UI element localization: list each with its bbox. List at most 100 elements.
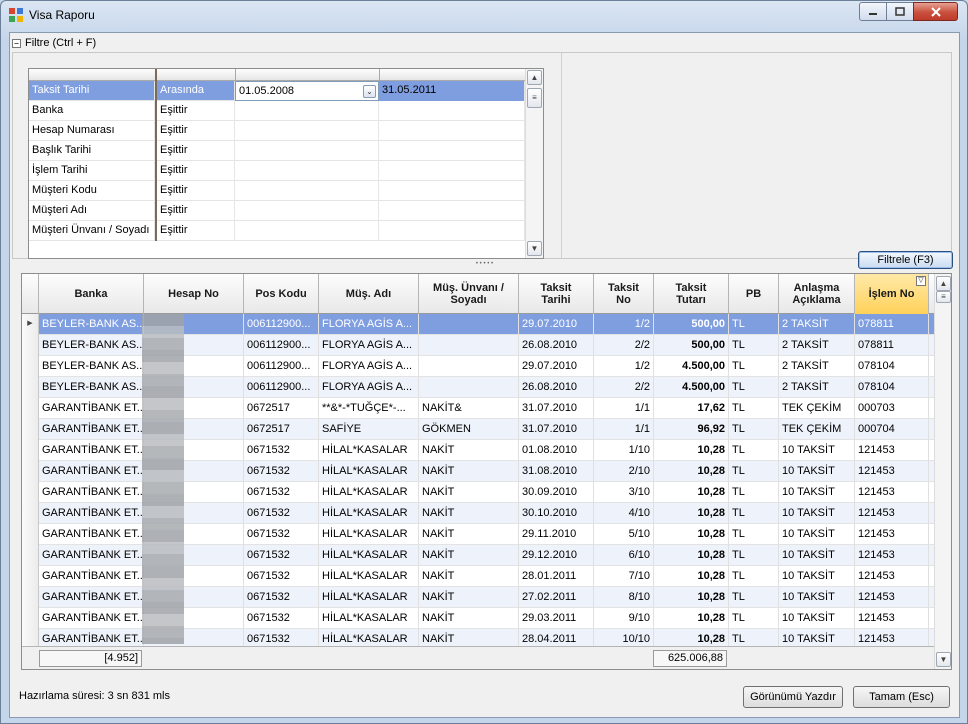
filter-value-from[interactable] <box>235 101 379 121</box>
cell-taksit-no[interactable]: 5/10 <box>594 524 654 545</box>
cell-musteri-unvani[interactable]: NAKİT <box>419 587 519 608</box>
title-bar[interactable]: Visa Raporu <box>1 1 967 29</box>
cell-musteri-adi[interactable]: FLORYA AGİS A... <box>319 335 419 356</box>
cell-taksit-tutari[interactable]: 10,28 <box>654 566 729 587</box>
row-indicator[interactable] <box>22 419 39 440</box>
cell-taksit-tutari[interactable]: 10,28 <box>654 440 729 461</box>
filter-value-to[interactable] <box>379 101 525 121</box>
filter-operator[interactable]: Eşittir <box>155 161 235 181</box>
cell-banka[interactable]: GARANTİBANK ET... <box>39 545 144 566</box>
cell-musteri-adi[interactable]: HİLAL*KASALAR <box>319 524 419 545</box>
filter-row[interactable]: Başlık Tarihi Eşittir <box>29 141 525 161</box>
cell-banka[interactable]: BEYLER-BANK AS... <box>39 314 144 335</box>
cell-anlasma-aciklama[interactable]: 2 TAKSİT <box>779 377 855 398</box>
cell-taksit-tutari[interactable]: 10,28 <box>654 608 729 629</box>
filter-operator[interactable]: Eşittir <box>155 221 235 241</box>
filter-value-from[interactable]: 01.05.2008 ⌄ <box>235 81 379 101</box>
cell-taksit-no[interactable]: 1/2 <box>594 356 654 377</box>
scroll-down-icon[interactable]: ▼ <box>527 241 542 256</box>
cell-anlasma-aciklama[interactable]: 10 TAKSİT <box>779 608 855 629</box>
column-header-taksit-tarihi[interactable]: Taksit Tarihi <box>519 274 594 314</box>
cell-pos-kodu[interactable]: 0671532 <box>244 566 319 587</box>
scroll-thumb[interactable]: ≡ <box>527 88 542 108</box>
filter-value-to[interactable] <box>379 201 525 221</box>
cell-musteri-adi[interactable]: SAFİYE <box>319 419 419 440</box>
cell-taksit-no[interactable]: 6/10 <box>594 545 654 566</box>
row-indicator[interactable] <box>22 608 39 629</box>
cell-taksit-tarihi[interactable]: 29.11.2010 <box>519 524 594 545</box>
cell-musteri-adi[interactable]: HİLAL*KASALAR <box>319 440 419 461</box>
cell-musteri-adi[interactable]: FLORYA AGİS A... <box>319 377 419 398</box>
cell-banka[interactable]: GARANTİBANK ET... <box>39 461 144 482</box>
cell-para-birimi[interactable]: TL <box>729 419 779 440</box>
cell-anlasma-aciklama[interactable]: 10 TAKSİT <box>779 524 855 545</box>
filter-row[interactable]: Müşteri Adı Eşittir <box>29 201 525 221</box>
cell-taksit-no[interactable]: 2/10 <box>594 461 654 482</box>
cell-taksit-tutari[interactable]: 10,28 <box>654 482 729 503</box>
cell-taksit-no[interactable]: 3/10 <box>594 482 654 503</box>
cell-taksit-tarihi[interactable]: 31.08.2010 <box>519 461 594 482</box>
cell-para-birimi[interactable]: TL <box>729 524 779 545</box>
cell-musteri-adi[interactable]: HİLAL*KASALAR <box>319 503 419 524</box>
row-indicator[interactable] <box>22 587 39 608</box>
cell-musteri-unvani[interactable] <box>419 314 519 335</box>
close-button[interactable] <box>913 2 958 21</box>
cell-musteri-adi[interactable]: HİLAL*KASALAR <box>319 608 419 629</box>
cell-islem-no[interactable]: 121453 <box>855 545 929 566</box>
cell-pos-kodu[interactable]: 0671532 <box>244 482 319 503</box>
cell-anlasma-aciklama[interactable]: 10 TAKSİT <box>779 440 855 461</box>
filter-operator[interactable]: Arasında <box>155 81 235 101</box>
cell-pos-kodu[interactable]: 0671532 <box>244 524 319 545</box>
cell-islem-no[interactable]: 121453 <box>855 524 929 545</box>
filter-operator[interactable]: Eşittir <box>155 181 235 201</box>
filter-row[interactable]: İşlem Tarihi Eşittir <box>29 161 525 181</box>
cell-pos-kodu[interactable]: 0671532 <box>244 440 319 461</box>
cell-anlasma-aciklama[interactable]: 10 TAKSİT <box>779 482 855 503</box>
cell-taksit-tutari[interactable]: 10,28 <box>654 587 729 608</box>
scroll-down-icon[interactable]: ▼ <box>936 652 951 667</box>
scroll-up-icon[interactable]: ▲ <box>527 70 542 85</box>
cell-anlasma-aciklama[interactable]: TEK ÇEKİM <box>779 419 855 440</box>
cell-anlasma-aciklama[interactable]: 10 TAKSİT <box>779 545 855 566</box>
cell-taksit-tarihi[interactable]: 26.08.2010 <box>519 377 594 398</box>
cell-taksit-tarihi[interactable]: 30.09.2010 <box>519 482 594 503</box>
cell-taksit-tutari[interactable]: 500,00 <box>654 314 729 335</box>
scroll-thumb[interactable]: ≡ <box>936 291 951 303</box>
cell-islem-no[interactable]: 078811 <box>855 314 929 335</box>
column-header-banka[interactable]: Banka <box>39 274 144 314</box>
cell-taksit-no[interactable]: 1/1 <box>594 398 654 419</box>
current-row-icon[interactable]: ▶ <box>22 314 39 335</box>
row-indicator[interactable] <box>22 482 39 503</box>
row-indicator[interactable] <box>22 398 39 419</box>
column-header-para-birimi[interactable]: PB <box>729 274 779 314</box>
cell-banka[interactable]: GARANTİBANK ET... <box>39 524 144 545</box>
cell-para-birimi[interactable]: TL <box>729 482 779 503</box>
cell-taksit-tutari[interactable]: 10,28 <box>654 524 729 545</box>
cell-musteri-unvani[interactable] <box>419 356 519 377</box>
filter-row[interactable]: Müşteri Kodu Eşittir <box>29 181 525 201</box>
filter-operator[interactable]: Eşittir <box>155 121 235 141</box>
cell-taksit-tutari[interactable]: 17,62 <box>654 398 729 419</box>
horizontal-splitter[interactable]: • • • • • <box>10 261 959 267</box>
cell-taksit-tutari[interactable]: 4.500,00 <box>654 356 729 377</box>
filter-value-to[interactable] <box>379 221 525 241</box>
cell-taksit-no[interactable]: 1/2 <box>594 314 654 335</box>
cell-anlasma-aciklama[interactable]: 10 TAKSİT <box>779 461 855 482</box>
filter-operator[interactable]: Eşittir <box>155 141 235 161</box>
cell-musteri-adi[interactable]: HİLAL*KASALAR <box>319 566 419 587</box>
cell-musteri-unvani[interactable]: NAKİT <box>419 524 519 545</box>
column-header-anlasma-aciklama[interactable]: Anlaşma Açıklama <box>779 274 855 314</box>
column-header-taksit-tutari[interactable]: Taksit Tutarı <box>654 274 729 314</box>
cell-para-birimi[interactable]: TL <box>729 608 779 629</box>
cell-taksit-tutari[interactable]: 96,92 <box>654 419 729 440</box>
cell-para-birimi[interactable]: TL <box>729 377 779 398</box>
row-indicator[interactable] <box>22 524 39 545</box>
cell-anlasma-aciklama[interactable]: 10 TAKSİT <box>779 587 855 608</box>
cell-musteri-unvani[interactable]: NAKİT <box>419 482 519 503</box>
filter-value-to[interactable] <box>379 141 525 161</box>
cell-taksit-no[interactable]: 1/10 <box>594 440 654 461</box>
column-header-hesap-no[interactable]: Hesap No <box>144 274 244 314</box>
cell-pos-kodu[interactable]: 0671532 <box>244 608 319 629</box>
cell-musteri-adi[interactable]: **&*-*TUĞÇE*-... <box>319 398 419 419</box>
vertical-splitter[interactable] <box>561 53 564 258</box>
